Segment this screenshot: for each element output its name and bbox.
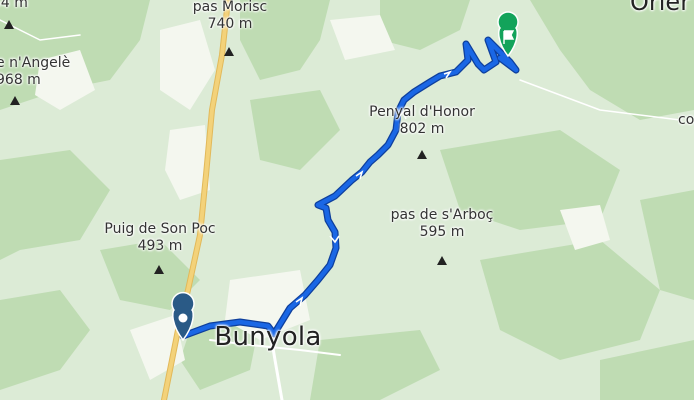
peak-icon-penyal-dhonor (417, 150, 427, 159)
map-base (0, 0, 694, 400)
peak-icon-pas-morisc (224, 47, 234, 56)
label-pas-morisc: pas Morisc 740 m (180, 0, 280, 33)
label-pas-sarboc: pas de s'Arboç 595 m (372, 207, 512, 241)
label-topleft-elev: 54 m (0, 0, 28, 12)
place-name: e n'Angelè (0, 55, 71, 71)
place-name: Puig de Son Poc (104, 221, 216, 237)
elevation: 493 m (137, 238, 183, 254)
elevation: 740 m (207, 16, 253, 32)
place-name: pas Morisc (192, 0, 268, 15)
peak-icon-puig-son-poc (154, 265, 164, 274)
label-penyal-dhonor: Penyal d'Honor 802 m (362, 104, 482, 138)
label-bunyola: Bunyola (214, 322, 322, 352)
label-right-edge-partial: co (678, 112, 694, 128)
peak-icon-topleft (4, 20, 14, 29)
peak-icon-pas-sarboc (437, 256, 447, 265)
label-orient-partial: Orier (630, 0, 691, 16)
place-name: Penyal d'Honor (369, 104, 475, 120)
label-puig-son-poc: Puig de Son Poc 493 m (90, 221, 230, 255)
peak-icon-nangele (10, 96, 20, 105)
elevation: 802 m (399, 121, 445, 137)
place-name: pas de s'Arboç (390, 207, 494, 223)
label-nangele: e n'Angelè 968 m (0, 55, 96, 89)
map-view[interactable]: pas Morisc 740 m 54 m e n'Angelè 968 m P… (0, 0, 694, 400)
elevation: 968 m (0, 72, 41, 88)
elevation: 595 m (419, 224, 465, 240)
elevation: 54 m (0, 0, 28, 11)
